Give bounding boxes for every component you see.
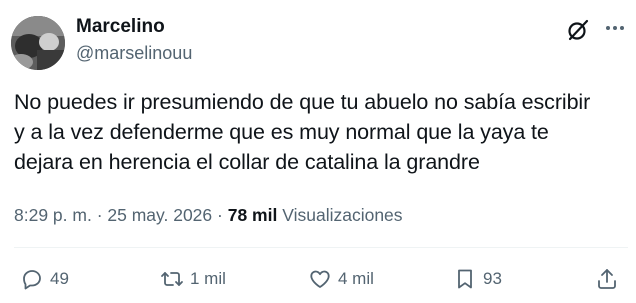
tweet-text-line: dejara en herencia el collar de catalina… (14, 150, 480, 174)
heart-icon (310, 270, 330, 288)
reply-icon (23, 270, 41, 290)
grok-icon[interactable] (565, 17, 591, 43)
tweet-date[interactable]: 25 may. 2026 (107, 205, 212, 225)
tweet-card: Marcelino @marselinouu No puedes ir pres… (0, 0, 636, 303)
bookmark-icon (458, 269, 472, 289)
tweet-text: No puedes ir presumiendo de que tu abuel… (14, 87, 629, 177)
repost-icon (161, 272, 183, 286)
reply-count: 49 (50, 269, 69, 288)
meta-separator: · (217, 205, 223, 225)
views-label: Visualizaciones (282, 205, 403, 225)
like-button[interactable]: 4 mil (308, 266, 374, 292)
tweet-time[interactable]: 8:29 p. m. (14, 205, 92, 225)
divider (14, 247, 628, 248)
views-count: 78 mil (227, 205, 278, 225)
repost-button[interactable]: 1 mil (160, 266, 226, 292)
tweet-text-line: y a la vez defenderme que es muy normal … (14, 120, 549, 144)
share-button[interactable] (595, 266, 619, 292)
avatar[interactable] (11, 16, 65, 70)
tweet-text-line: No puedes ir presumiendo de que tu abuel… (14, 90, 591, 114)
like-count: 4 mil (338, 269, 374, 288)
bookmark-count: 93 (483, 269, 502, 288)
bookmark-button[interactable]: 93 (453, 266, 502, 292)
repost-count: 1 mil (190, 269, 226, 288)
author-handle[interactable]: @marselinouu (76, 41, 192, 65)
meta-separator: · (96, 205, 103, 225)
author-name[interactable]: Marcelino (76, 15, 165, 39)
more-options-icon[interactable] (602, 15, 628, 41)
share-icon (598, 269, 616, 289)
tweet-meta: 8:29 p. m. · 25 may. 2026 · 78 mil Visua… (14, 204, 403, 226)
reply-button[interactable]: 49 (20, 266, 69, 292)
